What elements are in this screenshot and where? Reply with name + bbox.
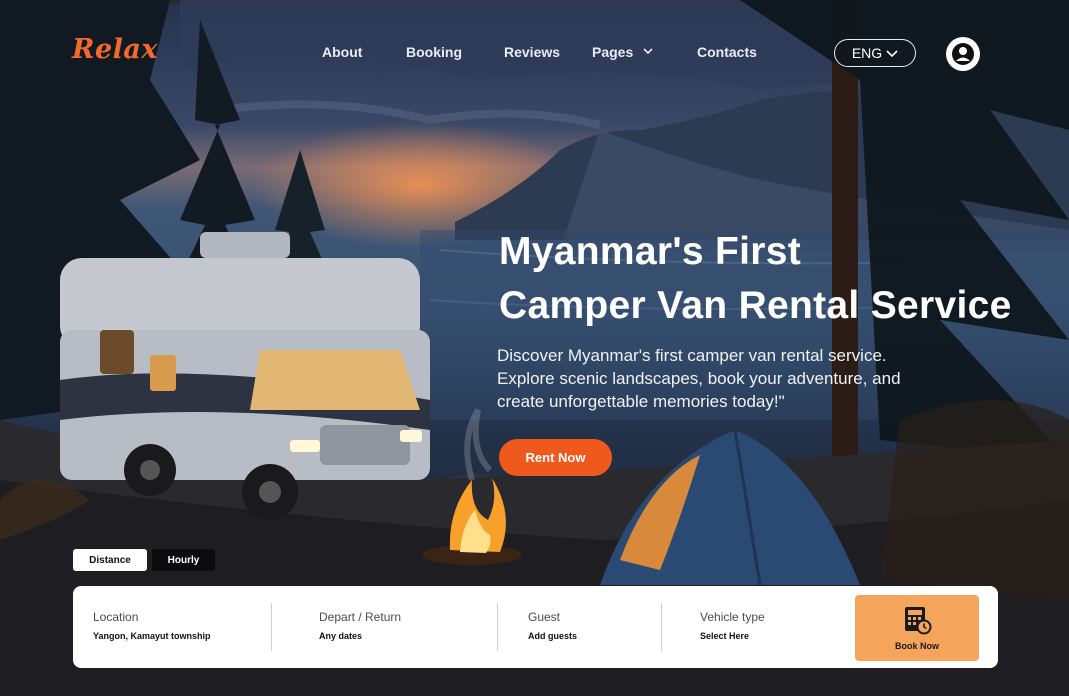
dates-field[interactable]: Depart / Return Any dates — [319, 610, 401, 641]
booking-search-bar: Location Yangon, Kamayut township Depart… — [73, 586, 998, 668]
hero-subtext-line1: Discover Myanmar's first camper van rent… — [497, 346, 887, 365]
hero-headline-line1: Myanmar's First — [499, 230, 802, 273]
chevron-down-icon — [643, 48, 653, 55]
camper-van-illustration — [60, 232, 430, 520]
brand-logo[interactable]: Relax — [72, 34, 158, 65]
chevron-down-icon — [886, 50, 898, 58]
user-avatar-button[interactable] — [946, 37, 980, 71]
book-now-label: Book Now — [895, 641, 939, 651]
language-label: ENG — [851, 45, 883, 61]
rent-now-button[interactable]: Rent Now — [499, 439, 612, 476]
nav-reviews-link[interactable]: Reviews — [504, 44, 560, 60]
dates-label: Depart / Return — [319, 610, 402, 624]
guest-label: Guest — [528, 610, 561, 624]
field-divider — [271, 603, 272, 651]
location-label: Location — [93, 610, 139, 624]
field-divider — [497, 603, 498, 651]
language-selector[interactable]: ENG — [834, 39, 916, 67]
mode-hourly-tab[interactable]: Hourly — [152, 549, 215, 571]
nav-contacts-link[interactable]: Contacts — [697, 44, 757, 60]
hero-subtext-line3: create unforgettable memories today!" — [497, 392, 785, 411]
book-now-button[interactable]: Book Now — [855, 595, 979, 661]
calculator-clock-icon — [905, 607, 932, 635]
dates-value: Any dates — [319, 631, 363, 641]
nav-pages-dropdown[interactable]: Pages — [592, 44, 653, 60]
guest-value: Add guests — [528, 631, 578, 641]
mode-distance-tab[interactable]: Distance — [73, 549, 147, 571]
nav-about-link[interactable]: About — [322, 44, 362, 60]
hero-headline-line2: Camper Van Rental Service — [499, 284, 1012, 327]
vehicle-type-label: Vehicle type — [700, 610, 765, 624]
nav-pages-label: Pages — [592, 44, 634, 60]
location-field[interactable]: Location Yangon, Kamayut township — [93, 610, 211, 641]
field-divider — [661, 603, 662, 651]
location-value: Yangon, Kamayut township — [93, 631, 211, 641]
vehicle-type-field[interactable]: Vehicle type Select Here — [700, 610, 765, 641]
user-avatar-icon — [952, 43, 974, 65]
guest-field[interactable]: Guest Add guests — [528, 610, 577, 641]
vehicle-type-value: Select Here — [700, 631, 750, 641]
hero-section: Relax About Booking Reviews Pages Contac… — [0, 0, 1069, 696]
hero-subtext: Discover Myanmar's first camper van rent… — [497, 344, 937, 413]
nav-booking-link[interactable]: Booking — [406, 44, 462, 60]
hero-headline: Myanmar's First Camper Van Rental Servic… — [499, 225, 1012, 333]
hero-subtext-line2: Explore scenic landscapes, book your adv… — [497, 369, 901, 388]
